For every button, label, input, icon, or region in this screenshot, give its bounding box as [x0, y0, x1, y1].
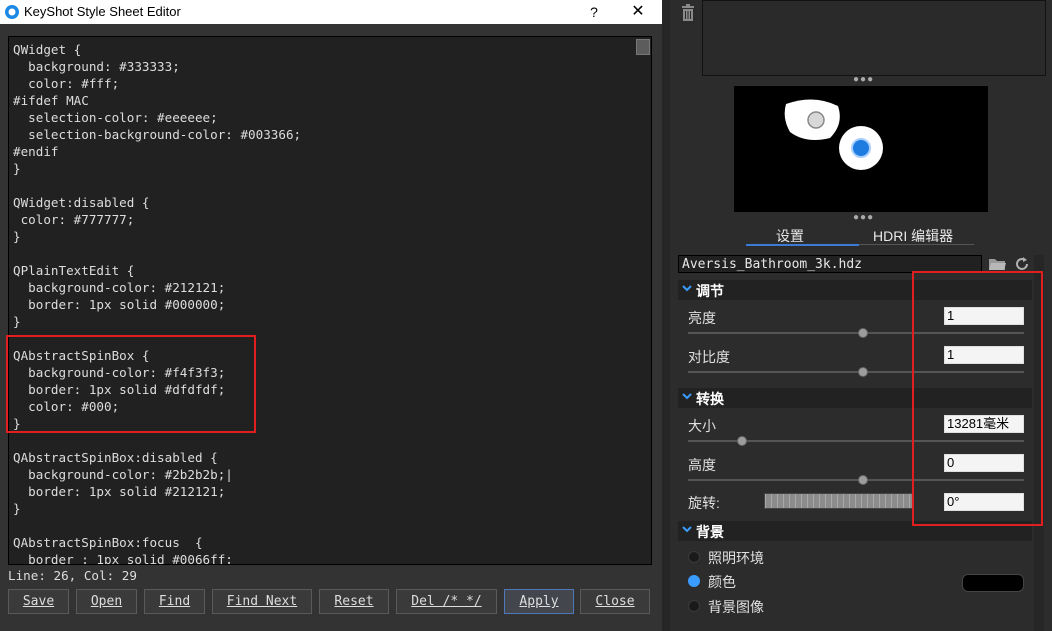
keyshot-logo-icon [5, 5, 19, 19]
close-window-button[interactable]: ✕ [624, 2, 652, 22]
radio-lighting-environment[interactable] [688, 551, 700, 563]
radio-color[interactable] [688, 575, 700, 587]
light-pins-graphic [784, 99, 883, 170]
tab-hdri-editor[interactable]: HDRI 编辑器 [873, 226, 953, 246]
reset-button[interactable]: Reset [319, 589, 389, 614]
section-title: 背景 [696, 524, 724, 540]
code-text[interactable]: QWidget { background: #333333; color: #f… [13, 41, 301, 564]
height-slider-handle[interactable] [857, 475, 868, 485]
height-label: 高度 [688, 457, 716, 473]
hdri-preview[interactable] [734, 86, 988, 212]
rotation-label: 旋转: [688, 495, 720, 511]
size-label: 大小 [688, 418, 716, 434]
splitter[interactable] [662, 0, 670, 631]
help-button[interactable]: ? [582, 2, 606, 22]
title-bar[interactable]: KeyShot Style Sheet Editor ? ✕ [0, 0, 662, 24]
contrast-label: 对比度 [688, 349, 730, 365]
refresh-icon[interactable] [1014, 256, 1030, 272]
tab-settings[interactable]: 设置 [776, 226, 804, 246]
save-button[interactable]: Save [8, 589, 69, 614]
section-title: 调节 [696, 283, 724, 299]
environment-library-area [702, 0, 1046, 76]
highlight-annotation-box-panel [912, 271, 1043, 526]
find-next-button[interactable]: Find Next [212, 589, 312, 614]
find-button[interactable]: Find [144, 589, 205, 614]
radio-label-background-image: 背景图像 [708, 599, 764, 615]
open-button[interactable]: Open [76, 589, 137, 614]
preview-resize-dots[interactable]: ●●● [853, 212, 874, 223]
chevron-down-icon [682, 526, 692, 533]
apply-button[interactable]: Apply [504, 589, 574, 614]
brightness-slider-handle[interactable] [857, 328, 868, 338]
chevron-down-icon [682, 285, 692, 292]
radio-background-image[interactable] [688, 600, 700, 612]
section-title: 转换 [696, 391, 724, 407]
cursor-position-status: Line: 26, Col: 29 [8, 568, 137, 583]
close-button[interactable]: Close [580, 589, 650, 614]
code-editor[interactable]: QWidget { background: #333333; color: #f… [8, 36, 652, 565]
rotation-dial[interactable] [764, 493, 914, 509]
size-slider-handle[interactable] [736, 436, 747, 446]
contrast-slider-handle[interactable] [857, 367, 868, 377]
resize-handle-dots[interactable]: ●●● [853, 74, 874, 85]
tab-divider-line [859, 244, 974, 245]
brightness-label: 亮度 [688, 310, 716, 326]
trash-icon[interactable] [680, 4, 696, 22]
highlight-annotation-box [6, 335, 256, 433]
folder-icon[interactable] [988, 256, 1006, 272]
window-title: KeyShot Style Sheet Editor [24, 4, 181, 19]
chevron-down-icon [682, 393, 692, 400]
background-color-swatch[interactable] [962, 574, 1024, 592]
style-sheet-editor-dialog: KeyShot Style Sheet Editor ? ✕ QWidget {… [0, 0, 663, 631]
active-tab-indicator [746, 244, 859, 246]
del-comment-button[interactable]: Del /* */ [396, 589, 497, 614]
code-scrollbar-thumb[interactable] [636, 39, 650, 55]
radio-label-color: 颜色 [708, 574, 736, 590]
radio-label-lighting-environment: 照明环境 [708, 550, 764, 566]
